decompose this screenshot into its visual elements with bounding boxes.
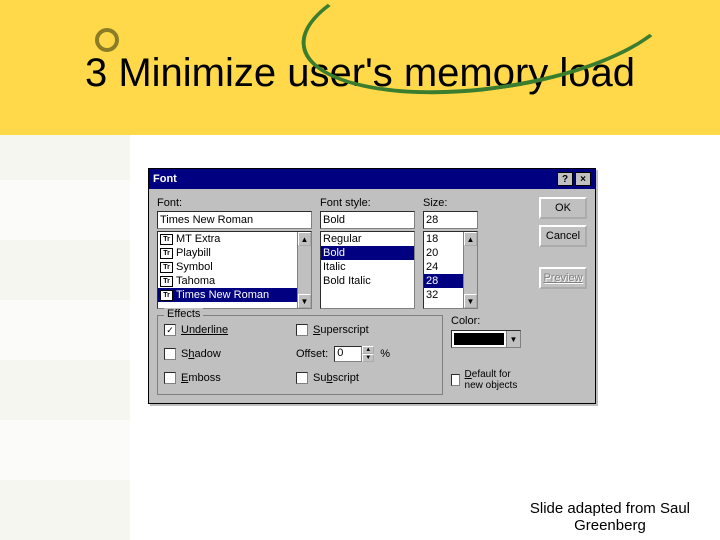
help-button[interactable]: ? xyxy=(557,172,573,186)
slide-title: 3 Minimize user's memory load xyxy=(85,50,635,96)
effects-group: Effects ✓Underline SSuperscriptuperscrip… xyxy=(157,315,443,395)
effects-legend: Effects xyxy=(164,308,203,320)
checkbox-icon xyxy=(451,374,460,386)
scrollbar[interactable]: ▲▼ xyxy=(463,232,477,308)
style-label: Font style: xyxy=(320,197,415,209)
cancel-button[interactable]: Cancel xyxy=(539,225,587,247)
style-listbox[interactable]: Regular Bold Italic Bold Italic xyxy=(320,231,415,309)
list-item: TrTahoma xyxy=(158,274,311,288)
ok-button[interactable]: OK xyxy=(539,197,587,219)
superscript-checkbox[interactable]: SSuperscriptuperscript xyxy=(296,324,436,336)
list-item[interactable]: Regular xyxy=(321,232,414,246)
color-dropdown[interactable]: ▼ xyxy=(451,330,521,348)
offset-spinner[interactable]: 0 ▲▼ xyxy=(334,346,374,362)
offset-unit: % xyxy=(380,348,390,360)
list-item: TrPlaybill xyxy=(158,246,311,260)
scroll-up-icon[interactable]: ▲ xyxy=(298,232,311,246)
font-dialog: Font ? × Font: TrMT Extra TrPlaybill TrS… xyxy=(148,168,596,404)
titlebar[interactable]: Font ? × xyxy=(149,169,595,189)
list-item[interactable]: Italic xyxy=(321,260,414,274)
truetype-icon: Tr xyxy=(160,290,173,301)
list-item[interactable]: Bold xyxy=(321,246,414,260)
slide-bullet-icon xyxy=(95,28,119,52)
list-item: TrTimes New Roman xyxy=(158,288,311,302)
truetype-icon: Tr xyxy=(160,276,173,287)
list-item: TrMT Extra xyxy=(158,232,311,246)
emboss-checkbox[interactable]: EmbossEmboss xyxy=(164,372,284,384)
truetype-icon: Tr xyxy=(160,262,173,273)
checkbox-icon: ✓ xyxy=(164,324,176,336)
spin-up-icon[interactable]: ▲ xyxy=(362,346,374,354)
chevron-down-icon: ▼ xyxy=(506,331,520,347)
shadow-checkbox[interactable]: ShadowShadow xyxy=(164,346,284,362)
color-swatch xyxy=(454,333,504,345)
size-listbox[interactable]: 18 20 24 28 32 ▲▼ xyxy=(423,231,478,309)
list-item: TrSymbol xyxy=(158,260,311,274)
checkbox-icon xyxy=(164,372,176,384)
size-input[interactable] xyxy=(423,211,478,229)
font-listbox[interactable]: TrMT Extra TrPlaybill TrSymbol TrTahoma … xyxy=(157,231,312,309)
checkbox-icon xyxy=(296,324,308,336)
spin-down-icon[interactable]: ▼ xyxy=(362,354,374,362)
size-label: Size: xyxy=(423,197,478,209)
list-item[interactable]: Bold Italic xyxy=(321,274,414,288)
offset-row: Offset: 0 ▲▼ % xyxy=(296,346,436,362)
font-input[interactable] xyxy=(157,211,312,229)
subscript-checkbox[interactable]: SubscriptSubscript xyxy=(296,372,436,384)
slide-header: 3 Minimize user's memory load xyxy=(0,0,720,135)
color-label: Color: xyxy=(451,315,531,327)
underline-checkbox[interactable]: ✓Underline xyxy=(164,324,284,336)
preview-button[interactable]: Preview xyxy=(539,267,587,289)
scroll-down-icon[interactable]: ▼ xyxy=(464,294,477,308)
default-checkbox[interactable]: Default for new objectsDefault for new o… xyxy=(451,369,531,391)
font-label: Font: xyxy=(157,197,312,209)
checkbox-icon xyxy=(164,348,176,360)
scroll-up-icon[interactable]: ▲ xyxy=(464,232,477,246)
scroll-down-icon[interactable]: ▼ xyxy=(298,294,311,308)
checkbox-icon xyxy=(296,372,308,384)
scrollbar[interactable]: ▲▼ xyxy=(297,232,311,308)
close-button[interactable]: × xyxy=(575,172,591,186)
truetype-icon: Tr xyxy=(160,234,173,245)
style-input[interactable] xyxy=(320,211,415,229)
dialog-title: Font xyxy=(153,173,555,185)
truetype-icon: Tr xyxy=(160,248,173,259)
slide-credit: Slide adapted from Saul Greenberg xyxy=(530,500,690,535)
offset-label: Offset: xyxy=(296,348,328,360)
